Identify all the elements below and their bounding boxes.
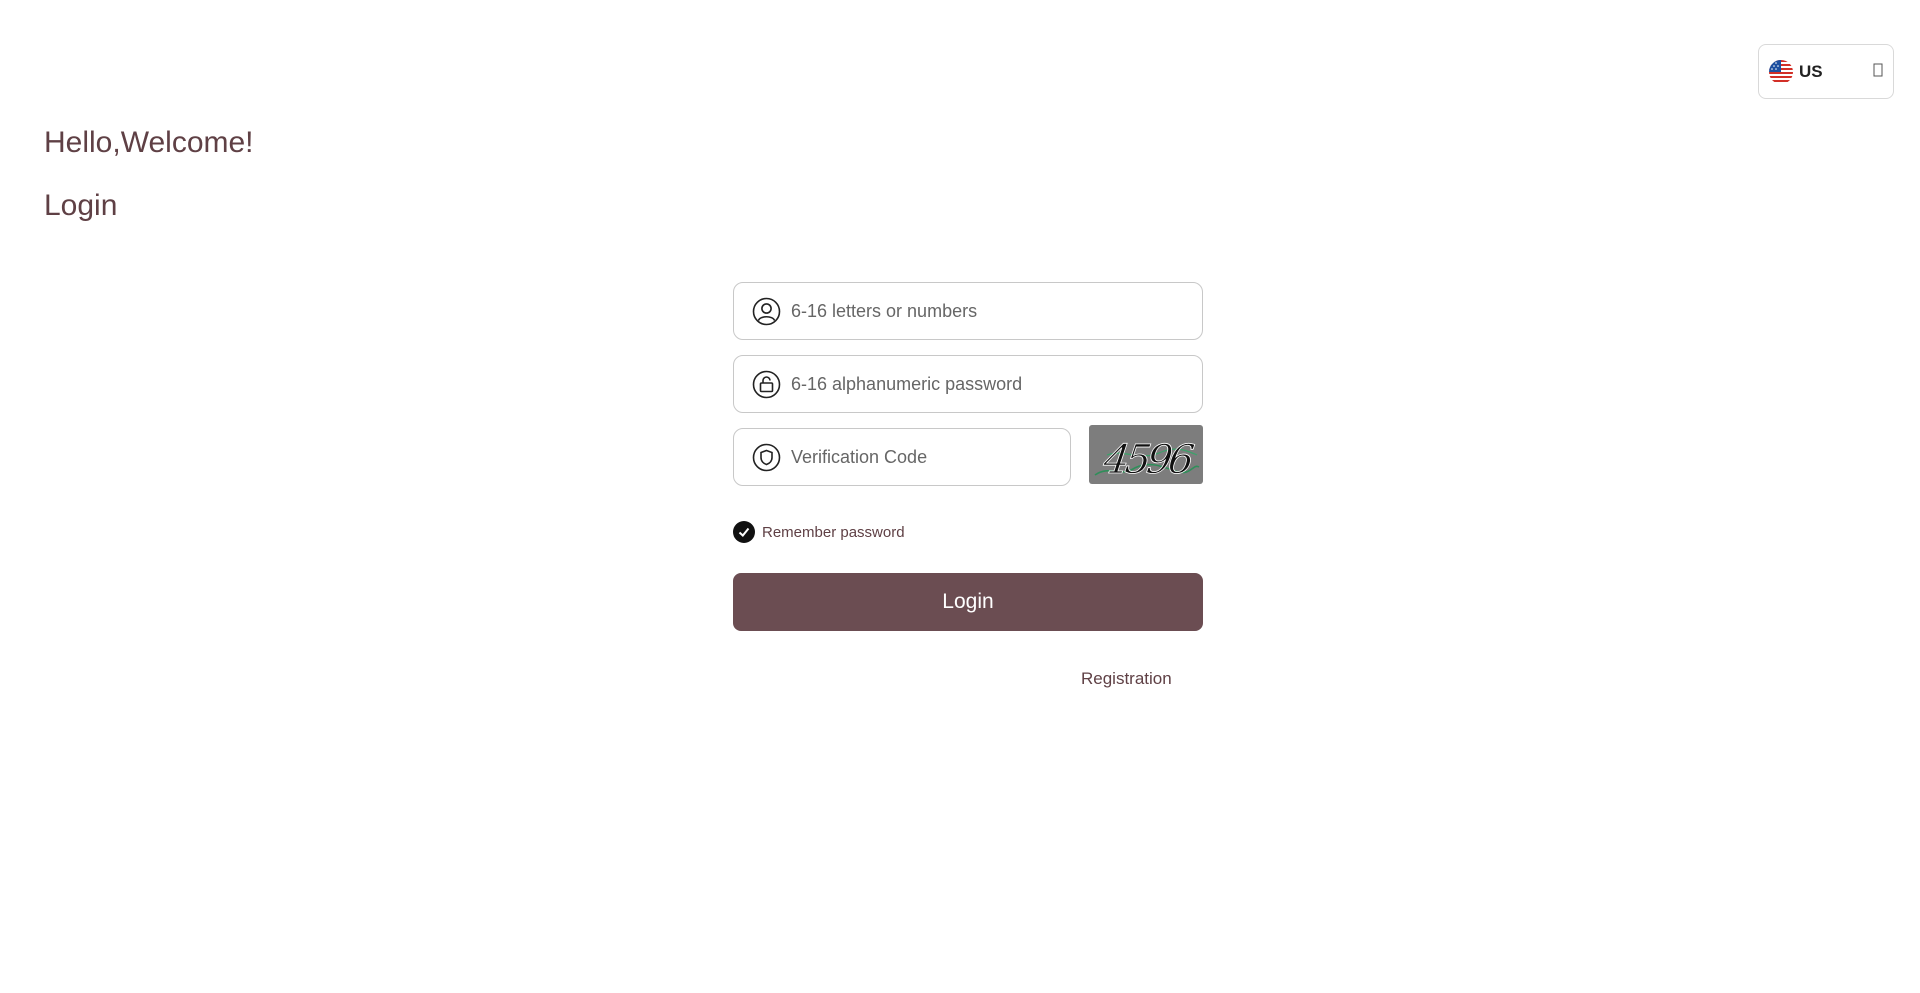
user-icon xyxy=(752,297,781,326)
shield-icon xyxy=(752,443,781,472)
language-code: US xyxy=(1799,61,1823,81)
captcha-image[interactable]: 4596 xyxy=(1089,425,1203,484)
lock-icon xyxy=(752,370,781,399)
chevron-down-icon xyxy=(1873,63,1883,80)
registration-link[interactable]: Registration xyxy=(1081,669,1172,689)
username-input[interactable] xyxy=(789,283,1202,339)
page-title: Login xyxy=(44,189,118,222)
remember-password-label: Remember password xyxy=(762,523,905,541)
language-selector[interactable]: US xyxy=(1758,44,1894,99)
welcome-heading: Hello,Welcome! xyxy=(44,126,254,159)
verification-code-input[interactable] xyxy=(789,429,1070,485)
login-button[interactable]: Login xyxy=(733,573,1203,631)
verification-code-field[interactable] xyxy=(733,428,1071,486)
password-input[interactable] xyxy=(789,356,1202,412)
password-field[interactable] xyxy=(733,355,1203,413)
checkmark-icon xyxy=(733,521,755,543)
remember-password-checkbox[interactable]: Remember password xyxy=(733,521,905,543)
us-flag-icon xyxy=(1769,59,1793,84)
captcha-text: 4596 xyxy=(1100,437,1197,483)
username-field[interactable] xyxy=(733,282,1203,340)
